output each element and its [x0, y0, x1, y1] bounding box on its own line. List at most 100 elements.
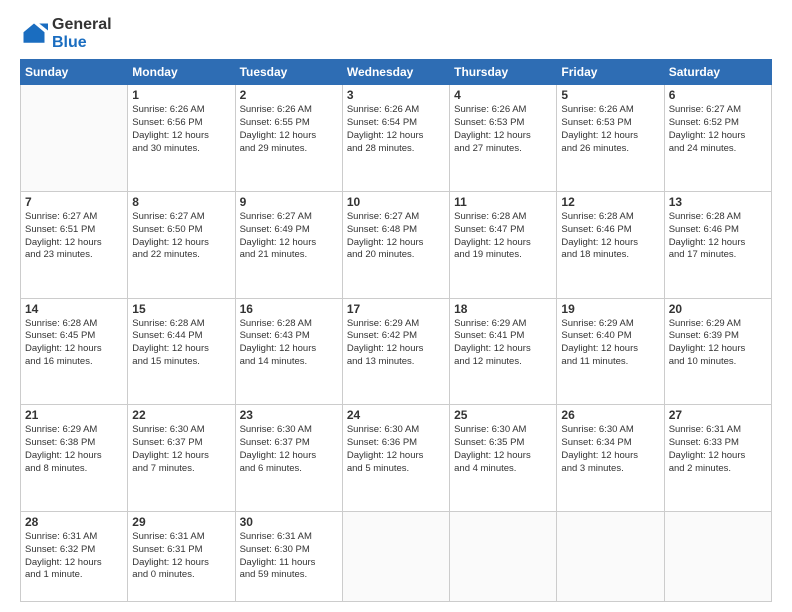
day-info: Sunrise: 6:26 AM Sunset: 6:53 PM Dayligh… — [561, 104, 659, 155]
day-info: Sunrise: 6:27 AM Sunset: 6:52 PM Dayligh… — [669, 104, 767, 155]
calendar-cell: 8 Sunrise: 6:27 AM Sunset: 6:50 PM Daylig… — [128, 191, 235, 298]
calendar-cell: 20 Sunrise: 6:29 AM Sunset: 6:39 PM Dayli… — [664, 298, 771, 405]
day-info: Sunrise: 6:30 AM Sunset: 6:34 PM Dayligh… — [561, 424, 659, 475]
calendar-cell: 21 Sunrise: 6:29 AM Sunset: 6:38 PM Dayli… — [21, 405, 128, 512]
day-number: 7 — [25, 195, 123, 209]
weekday-header: Wednesday — [342, 60, 449, 85]
day-info: Sunrise: 6:27 AM Sunset: 6:49 PM Dayligh… — [240, 211, 338, 262]
calendar-cell: 25 Sunrise: 6:30 AM Sunset: 6:35 PM Dayli… — [450, 405, 557, 512]
calendar-cell: 2 Sunrise: 6:26 AM Sunset: 6:55 PM Daylig… — [235, 85, 342, 192]
calendar-cell: 27 Sunrise: 6:31 AM Sunset: 6:33 PM Dayli… — [664, 405, 771, 512]
logo-general: General — [52, 16, 112, 33]
weekday-header: Sunday — [21, 60, 128, 85]
weekday-header: Thursday — [450, 60, 557, 85]
calendar-cell: 11Sunrise: 6:28 AM Sunset: 6:47 PM Dayli… — [450, 191, 557, 298]
logo-blue: Blue — [52, 34, 87, 51]
day-info: Sunrise: 6:26 AM Sunset: 6:53 PM Dayligh… — [454, 104, 552, 155]
calendar-table: SundayMondayTuesdayWednesdayThursdayFrid… — [20, 59, 772, 602]
logo-icon — [20, 20, 48, 48]
day-number: 29 — [132, 515, 230, 529]
calendar-cell: 18 Sunrise: 6:29 AM Sunset: 6:41 PM Dayli… — [450, 298, 557, 405]
calendar-cell: 1Sunrise: 6:26 AM Sunset: 6:56 PM Daylig… — [128, 85, 235, 192]
calendar-cell: 6 Sunrise: 6:27 AM Sunset: 6:52 PM Daylig… — [664, 85, 771, 192]
calendar-cell: 29 Sunrise: 6:31 AM Sunset: 6:31 PM Dayli… — [128, 511, 235, 601]
day-info: Sunrise: 6:30 AM Sunset: 6:37 PM Dayligh… — [132, 424, 230, 475]
calendar-cell: 5 Sunrise: 6:26 AM Sunset: 6:53 PM Daylig… — [557, 85, 664, 192]
day-info: Sunrise: 6:29 AM Sunset: 6:42 PM Dayligh… — [347, 318, 445, 369]
day-number: 17 — [347, 302, 445, 316]
weekday-header: Monday — [128, 60, 235, 85]
day-number: 3 — [347, 88, 445, 102]
day-number: 18 — [454, 302, 552, 316]
day-number: 20 — [669, 302, 767, 316]
weekday-header: Friday — [557, 60, 664, 85]
calendar-cell: 30 Sunrise: 6:31 AM Sunset: 6:30 PM Dayli… — [235, 511, 342, 601]
day-number: 16 — [240, 302, 338, 316]
day-number: 8 — [132, 195, 230, 209]
calendar-cell — [664, 511, 771, 601]
day-info: Sunrise: 6:29 AM Sunset: 6:41 PM Dayligh… — [454, 318, 552, 369]
logo-text: General Blue — [52, 16, 112, 51]
calendar-cell: 16Sunrise: 6:28 AM Sunset: 6:43 PM Dayli… — [235, 298, 342, 405]
day-number: 25 — [454, 408, 552, 422]
day-info: Sunrise: 6:28 AM Sunset: 6:46 PM Dayligh… — [561, 211, 659, 262]
day-info: Sunrise: 6:30 AM Sunset: 6:36 PM Dayligh… — [347, 424, 445, 475]
day-number: 27 — [669, 408, 767, 422]
calendar-cell: 12 Sunrise: 6:28 AM Sunset: 6:46 PM Dayli… — [557, 191, 664, 298]
day-number: 23 — [240, 408, 338, 422]
day-info: Sunrise: 6:27 AM Sunset: 6:48 PM Dayligh… — [347, 211, 445, 262]
day-info: Sunrise: 6:31 AM Sunset: 6:32 PM Dayligh… — [25, 531, 123, 582]
calendar-cell: 7 Sunrise: 6:27 AM Sunset: 6:51 PM Daylig… — [21, 191, 128, 298]
weekday-header: Tuesday — [235, 60, 342, 85]
day-number: 22 — [132, 408, 230, 422]
calendar-cell: 24 Sunrise: 6:30 AM Sunset: 6:36 PM Dayli… — [342, 405, 449, 512]
calendar-cell: 22 Sunrise: 6:30 AM Sunset: 6:37 PM Dayli… — [128, 405, 235, 512]
day-info: Sunrise: 6:31 AM Sunset: 6:31 PM Dayligh… — [132, 531, 230, 582]
day-number: 28 — [25, 515, 123, 529]
day-info: Sunrise: 6:31 AM Sunset: 6:33 PM Dayligh… — [669, 424, 767, 475]
day-info: Sunrise: 6:28 AM Sunset: 6:46 PM Dayligh… — [669, 211, 767, 262]
calendar-cell: 19 Sunrise: 6:29 AM Sunset: 6:40 PM Dayli… — [557, 298, 664, 405]
calendar-cell: 10 Sunrise: 6:27 AM Sunset: 6:48 PM Dayli… — [342, 191, 449, 298]
day-number: 19 — [561, 302, 659, 316]
day-info: Sunrise: 6:27 AM Sunset: 6:51 PM Dayligh… — [25, 211, 123, 262]
day-number: 13 — [669, 195, 767, 209]
day-number: 24 — [347, 408, 445, 422]
day-number: 30 — [240, 515, 338, 529]
day-number: 21 — [25, 408, 123, 422]
day-info: Sunrise: 6:31 AM Sunset: 6:30 PM Dayligh… — [240, 531, 338, 582]
calendar-cell — [21, 85, 128, 192]
calendar-cell: 3Sunrise: 6:26 AM Sunset: 6:54 PM Daylig… — [342, 85, 449, 192]
day-number: 4 — [454, 88, 552, 102]
calendar-cell — [342, 511, 449, 601]
day-info: Sunrise: 6:28 AM Sunset: 6:47 PM Dayligh… — [454, 211, 552, 262]
day-info: Sunrise: 6:26 AM Sunset: 6:55 PM Dayligh… — [240, 104, 338, 155]
day-number: 15 — [132, 302, 230, 316]
day-info: Sunrise: 6:28 AM Sunset: 6:45 PM Dayligh… — [25, 318, 123, 369]
day-number: 2 — [240, 88, 338, 102]
day-number: 12 — [561, 195, 659, 209]
day-info: Sunrise: 6:29 AM Sunset: 6:40 PM Dayligh… — [561, 318, 659, 369]
day-info: Sunrise: 6:30 AM Sunset: 6:35 PM Dayligh… — [454, 424, 552, 475]
calendar-cell: 28 Sunrise: 6:31 AM Sunset: 6:32 PM Dayli… — [21, 511, 128, 601]
calendar-cell: 14Sunrise: 6:28 AM Sunset: 6:45 PM Dayli… — [21, 298, 128, 405]
day-number: 26 — [561, 408, 659, 422]
day-info: Sunrise: 6:27 AM Sunset: 6:50 PM Dayligh… — [132, 211, 230, 262]
calendar-cell: 23Sunrise: 6:30 AM Sunset: 6:37 PM Dayli… — [235, 405, 342, 512]
weekday-header: Saturday — [664, 60, 771, 85]
page: General Blue SundayMondayTuesdayWednesda… — [0, 0, 792, 612]
day-number: 9 — [240, 195, 338, 209]
calendar-cell: 4 Sunrise: 6:26 AM Sunset: 6:53 PM Daylig… — [450, 85, 557, 192]
day-info: Sunrise: 6:29 AM Sunset: 6:38 PM Dayligh… — [25, 424, 123, 475]
day-number: 6 — [669, 88, 767, 102]
calendar-cell: 17 Sunrise: 6:29 AM Sunset: 6:42 PM Dayli… — [342, 298, 449, 405]
header: General Blue — [20, 16, 772, 51]
calendar-cell — [557, 511, 664, 601]
calendar-cell: 15Sunrise: 6:28 AM Sunset: 6:44 PM Dayli… — [128, 298, 235, 405]
calendar-cell — [450, 511, 557, 601]
calendar-cell: 9 Sunrise: 6:27 AM Sunset: 6:49 PM Daylig… — [235, 191, 342, 298]
day-info: Sunrise: 6:29 AM Sunset: 6:39 PM Dayligh… — [669, 318, 767, 369]
logo: General Blue — [20, 16, 112, 51]
day-number: 10 — [347, 195, 445, 209]
day-number: 5 — [561, 88, 659, 102]
